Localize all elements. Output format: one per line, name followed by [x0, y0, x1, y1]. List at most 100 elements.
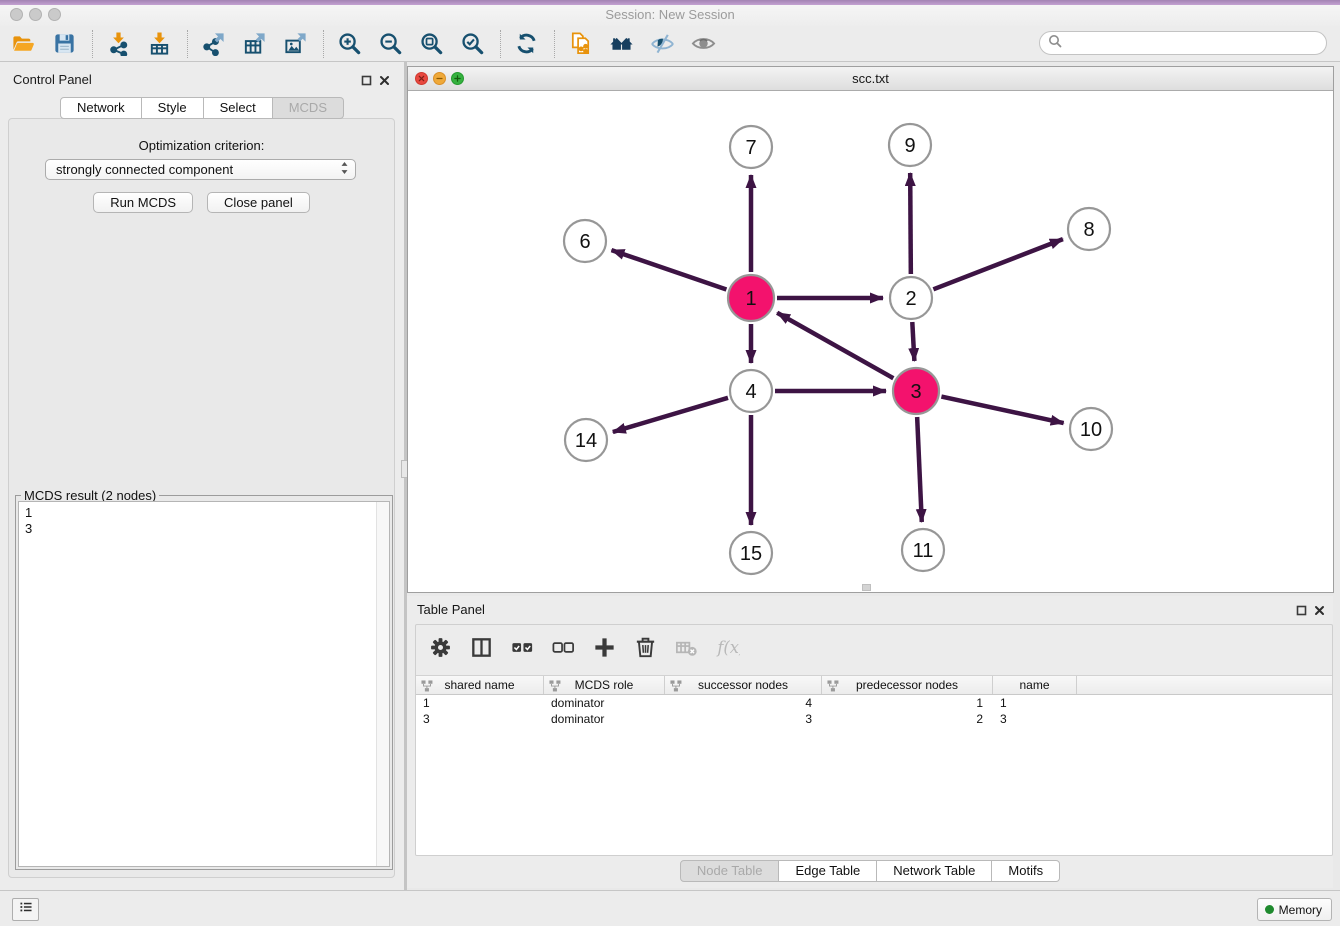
graph-node-14[interactable]: 14	[565, 419, 607, 461]
deselect-all-rows-icon[interactable]	[549, 631, 577, 663]
graph-node-9[interactable]: 9	[889, 124, 931, 166]
table-row[interactable]: 3dominator323	[416, 711, 1332, 727]
run-mcds-button[interactable]: Run MCDS	[93, 192, 193, 213]
network-canvas[interactable]: 7 9 6 8 1 2 4 3 14 10 15 11	[408, 91, 1333, 592]
network-graph[interactable]: 7 9 6 8 1 2 4 3 14 10 15 11	[408, 91, 1333, 592]
control-tab-select[interactable]: Select	[204, 97, 273, 119]
column-header-successor-nodes[interactable]: successor nodes	[665, 676, 822, 694]
network-window-titlebar: scc.txt	[408, 67, 1333, 91]
mcds-result-textarea[interactable]: 13	[18, 501, 390, 867]
close-panel-icon[interactable]	[379, 73, 390, 91]
table-cell[interactable]: 3	[993, 711, 1077, 727]
svg-text:9: 9	[904, 135, 915, 157]
graph-node-3[interactable]: 3	[893, 368, 939, 414]
column-header-shared-name[interactable]: shared name	[416, 676, 544, 694]
task-history-button[interactable]	[12, 898, 39, 921]
svg-text:1: 1	[745, 288, 756, 310]
edge-2-8[interactable]	[933, 239, 1063, 289]
add-column-icon[interactable]	[590, 631, 618, 663]
zoom-out-icon[interactable]	[375, 28, 405, 60]
zoom-selected-icon[interactable]	[457, 28, 487, 60]
graph-node-10[interactable]: 10	[1070, 408, 1112, 450]
edge-2-9[interactable]	[910, 173, 911, 274]
control-tab-network[interactable]: Network	[60, 97, 142, 119]
toolbar-separator	[554, 30, 555, 58]
table-tab-network-table[interactable]: Network Table	[877, 860, 992, 882]
table-settings-icon[interactable]	[426, 631, 454, 663]
delete-table-icon	[672, 631, 700, 663]
clone-network-icon[interactable]	[565, 28, 595, 60]
svg-text:7: 7	[745, 137, 756, 159]
table-tab-motifs[interactable]: Motifs	[992, 860, 1060, 882]
edge-4-14[interactable]	[613, 398, 728, 432]
close-panel-button[interactable]: Close panel	[207, 192, 310, 213]
table-tab-node-table[interactable]: Node Table	[680, 860, 780, 882]
save-session-icon[interactable]	[49, 28, 79, 60]
export-network-icon[interactable]	[198, 28, 228, 60]
result-scrollbar[interactable]	[376, 502, 389, 866]
control-panel-header: Control Panel	[0, 62, 404, 96]
table-cell[interactable]: dominator	[544, 711, 665, 727]
table-cell[interactable]: 1	[822, 695, 993, 711]
float-panel-icon[interactable]	[361, 73, 372, 91]
table-cell[interactable]: 1	[416, 695, 544, 711]
table-cell[interactable]: 3	[665, 711, 822, 727]
graph-node-6[interactable]: 6	[564, 220, 606, 262]
table-cell[interactable]: 1	[993, 695, 1077, 711]
import-table-icon[interactable]	[144, 28, 174, 60]
graph-node-2[interactable]: 2	[890, 277, 932, 319]
table-tab-edge-table[interactable]: Edge Table	[779, 860, 877, 882]
mcds-result-line: 3	[25, 521, 373, 537]
table-cell[interactable]: 4	[665, 695, 822, 711]
edge-3-1[interactable]	[777, 313, 893, 379]
column-header-MCDS-role[interactable]: MCDS role	[544, 676, 665, 694]
select-all-rows-icon[interactable]	[508, 631, 536, 663]
table-toolbar: f(x)	[416, 625, 1332, 669]
graph-node-7[interactable]: 7	[730, 126, 772, 168]
edge-3-11[interactable]	[917, 417, 922, 522]
edge-2-3[interactable]	[912, 322, 914, 361]
control-tab-mcds[interactable]: MCDS	[273, 97, 344, 119]
canvas-scroll-thumb[interactable]	[862, 584, 871, 591]
zoom-in-icon[interactable]	[334, 28, 364, 60]
close-table-panel-icon[interactable]	[1314, 603, 1325, 621]
graph-node-15[interactable]: 15	[730, 532, 772, 574]
export-table-icon[interactable]	[239, 28, 269, 60]
table-cell[interactable]: 2	[822, 711, 993, 727]
control-panel: Control Panel NetworkStyleSelectMCDS Opt…	[0, 62, 404, 890]
main-toolbar	[0, 26, 1340, 62]
table-cell[interactable]: dominator	[544, 695, 665, 711]
graph-node-4[interactable]: 4	[730, 370, 772, 412]
export-image-icon[interactable]	[280, 28, 310, 60]
svg-text:f(x): f(x)	[716, 637, 740, 656]
control-tab-style[interactable]: Style	[142, 97, 204, 119]
table-panel-tabs: Node TableEdge TableNetwork TableMotifs	[407, 860, 1333, 882]
graph-node-1[interactable]: 1	[728, 275, 774, 321]
app-title: Session: New Session	[0, 7, 1340, 22]
memory-status-icon	[1265, 905, 1274, 914]
graph-node-11[interactable]: 11	[902, 529, 944, 571]
column-chooser-icon[interactable]	[467, 631, 495, 663]
table-row[interactable]: 1dominator411	[416, 695, 1332, 711]
zoom-fit-icon[interactable]	[416, 28, 446, 60]
column-header-predecessor-nodes[interactable]: predecessor nodes	[822, 676, 993, 694]
hide-selected-icon[interactable]	[647, 28, 677, 60]
status-bar: Memory	[0, 890, 1340, 926]
import-network-icon[interactable]	[103, 28, 133, 60]
table-cell[interactable]: 3	[416, 711, 544, 727]
edge-3-10[interactable]	[941, 397, 1063, 424]
first-neighbors-icon[interactable]	[606, 28, 636, 60]
open-session-icon[interactable]	[8, 28, 38, 60]
memory-button[interactable]: Memory	[1257, 898, 1332, 921]
edge-1-6[interactable]	[611, 250, 726, 289]
show-all-icon[interactable]	[688, 28, 718, 60]
network-window-title: scc.txt	[408, 71, 1333, 86]
delete-column-icon[interactable]	[631, 631, 659, 663]
search-input[interactable]	[1062, 36, 1318, 51]
optimization-select[interactable]: strongly connected component	[45, 159, 356, 180]
float-table-panel-icon[interactable]	[1296, 603, 1307, 621]
column-header-name[interactable]: name	[993, 676, 1077, 694]
apply-layout-icon[interactable]	[511, 28, 541, 60]
titlebar: Session: New Session	[0, 0, 1340, 26]
graph-node-8[interactable]: 8	[1068, 208, 1110, 250]
